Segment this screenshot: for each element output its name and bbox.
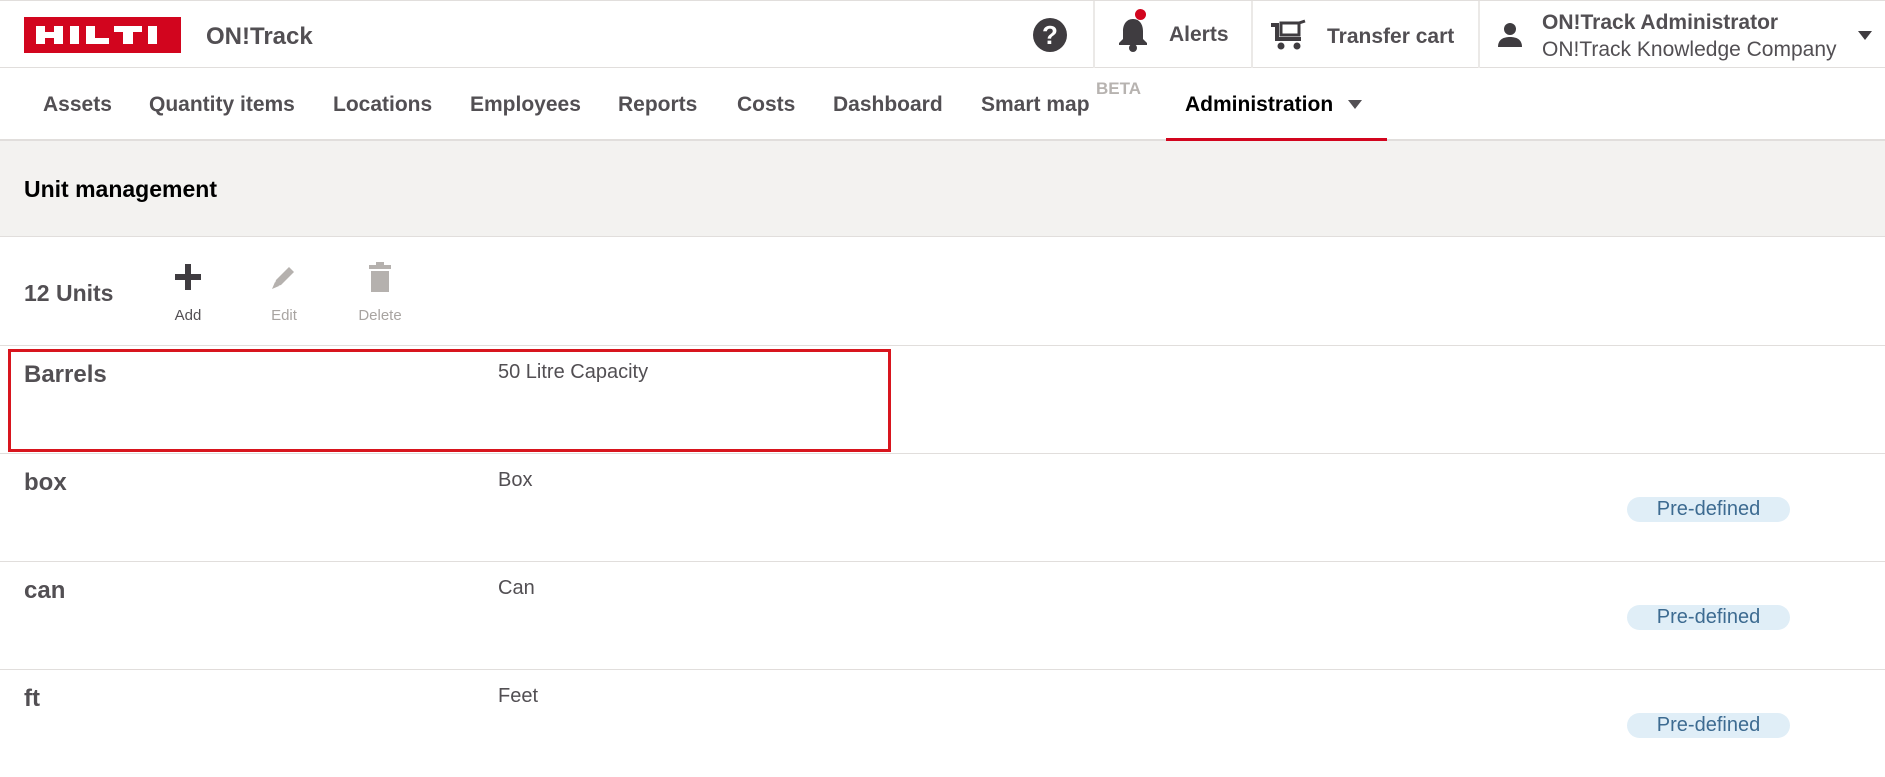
user-company: ON!Track Knowledge Company [1542, 38, 1837, 61]
top-header: ON!Track ? Alerts Transfer cart ON!Track… [0, 0, 1885, 68]
toolbar: 12 Units Add Edit Delete [0, 237, 1885, 346]
delete-label: Delete [358, 307, 402, 324]
unit-description: Can [498, 577, 535, 599]
plus-icon [175, 264, 201, 290]
transfer-cart-button[interactable]: Transfer cart [1251, 1, 1478, 68]
cart-icon [1271, 19, 1306, 50]
delete-button[interactable]: Delete [340, 257, 420, 324]
chevron-down-icon[interactable] [1348, 100, 1362, 109]
bell-icon [1119, 19, 1147, 52]
add-button[interactable]: Add [148, 257, 228, 324]
trash-icon [369, 262, 391, 292]
nav-item-quantity-items[interactable]: Quantity items [149, 68, 295, 141]
nav-item-assets[interactable]: Assets [43, 68, 112, 141]
nav-item-locations[interactable]: Locations [333, 68, 432, 141]
nav-item-costs[interactable]: Costs [737, 68, 795, 141]
unit-name: box [24, 469, 67, 496]
status-badge: Pre-defined [1627, 497, 1790, 522]
unit-count: 12 Units [24, 280, 114, 306]
unit-name: can [24, 577, 66, 604]
unit-name: ft [24, 685, 40, 712]
nav-label: Employees [470, 93, 581, 116]
hilti-logo[interactable] [24, 17, 181, 53]
alerts-label: Alerts [1169, 23, 1229, 46]
nav-label: Reports [618, 93, 698, 116]
nav-label: Administration [1185, 93, 1334, 116]
alert-indicator [1135, 9, 1146, 20]
add-label: Add [174, 307, 202, 324]
nav-item-administration[interactable]: Administration [1185, 68, 1333, 141]
transfer-cart-label: Transfer cart [1327, 25, 1455, 48]
beta-badge: BETA [1096, 79, 1142, 98]
hilti-logo-graphic [24, 17, 181, 53]
unit-description: Box [498, 469, 533, 491]
pencil-icon [272, 267, 294, 289]
edit-label: Edit [271, 307, 297, 324]
edit-button[interactable]: Edit [244, 257, 324, 324]
user-name: ON!Track Administrator [1542, 11, 1779, 34]
list-item[interactable]: box Box Pre-defined [0, 454, 1885, 562]
nav-item-dashboard[interactable]: Dashboard [833, 68, 943, 141]
nav-label: Quantity items [149, 93, 295, 116]
page-title: Unit management [24, 176, 217, 202]
nav-label: Costs [737, 93, 796, 116]
nav-item-smart-map[interactable]: Smart map BETA [981, 68, 1141, 141]
help-icon[interactable]: ? [1033, 18, 1067, 52]
nav-item-employees[interactable]: Employees [470, 68, 581, 141]
main-nav: Assets Quantity items Locations Employee… [0, 68, 1885, 141]
status-badge: Pre-defined [1627, 713, 1790, 738]
status-badge: Pre-defined [1627, 605, 1790, 630]
nav-label: Dashboard [833, 93, 943, 116]
list-item[interactable]: can Can Pre-defined [0, 562, 1885, 670]
nav-label: Smart map [981, 93, 1090, 116]
unit-description: Feet [498, 685, 539, 707]
app-name: ON!Track [206, 23, 313, 50]
nav-label: Assets [43, 93, 112, 116]
nav-item-reports[interactable]: Reports [618, 68, 697, 141]
section-header: Unit management [0, 141, 1885, 237]
chevron-down-icon[interactable] [1858, 31, 1872, 40]
nav-label: Locations [333, 93, 433, 116]
list-item[interactable]: ft Feet Pre-defined [0, 670, 1885, 777]
user-menu[interactable]: ON!Track Administrator ON!Track Knowledg… [1478, 1, 1885, 68]
user-icon [1498, 23, 1522, 47]
selection-highlight [8, 349, 891, 452]
